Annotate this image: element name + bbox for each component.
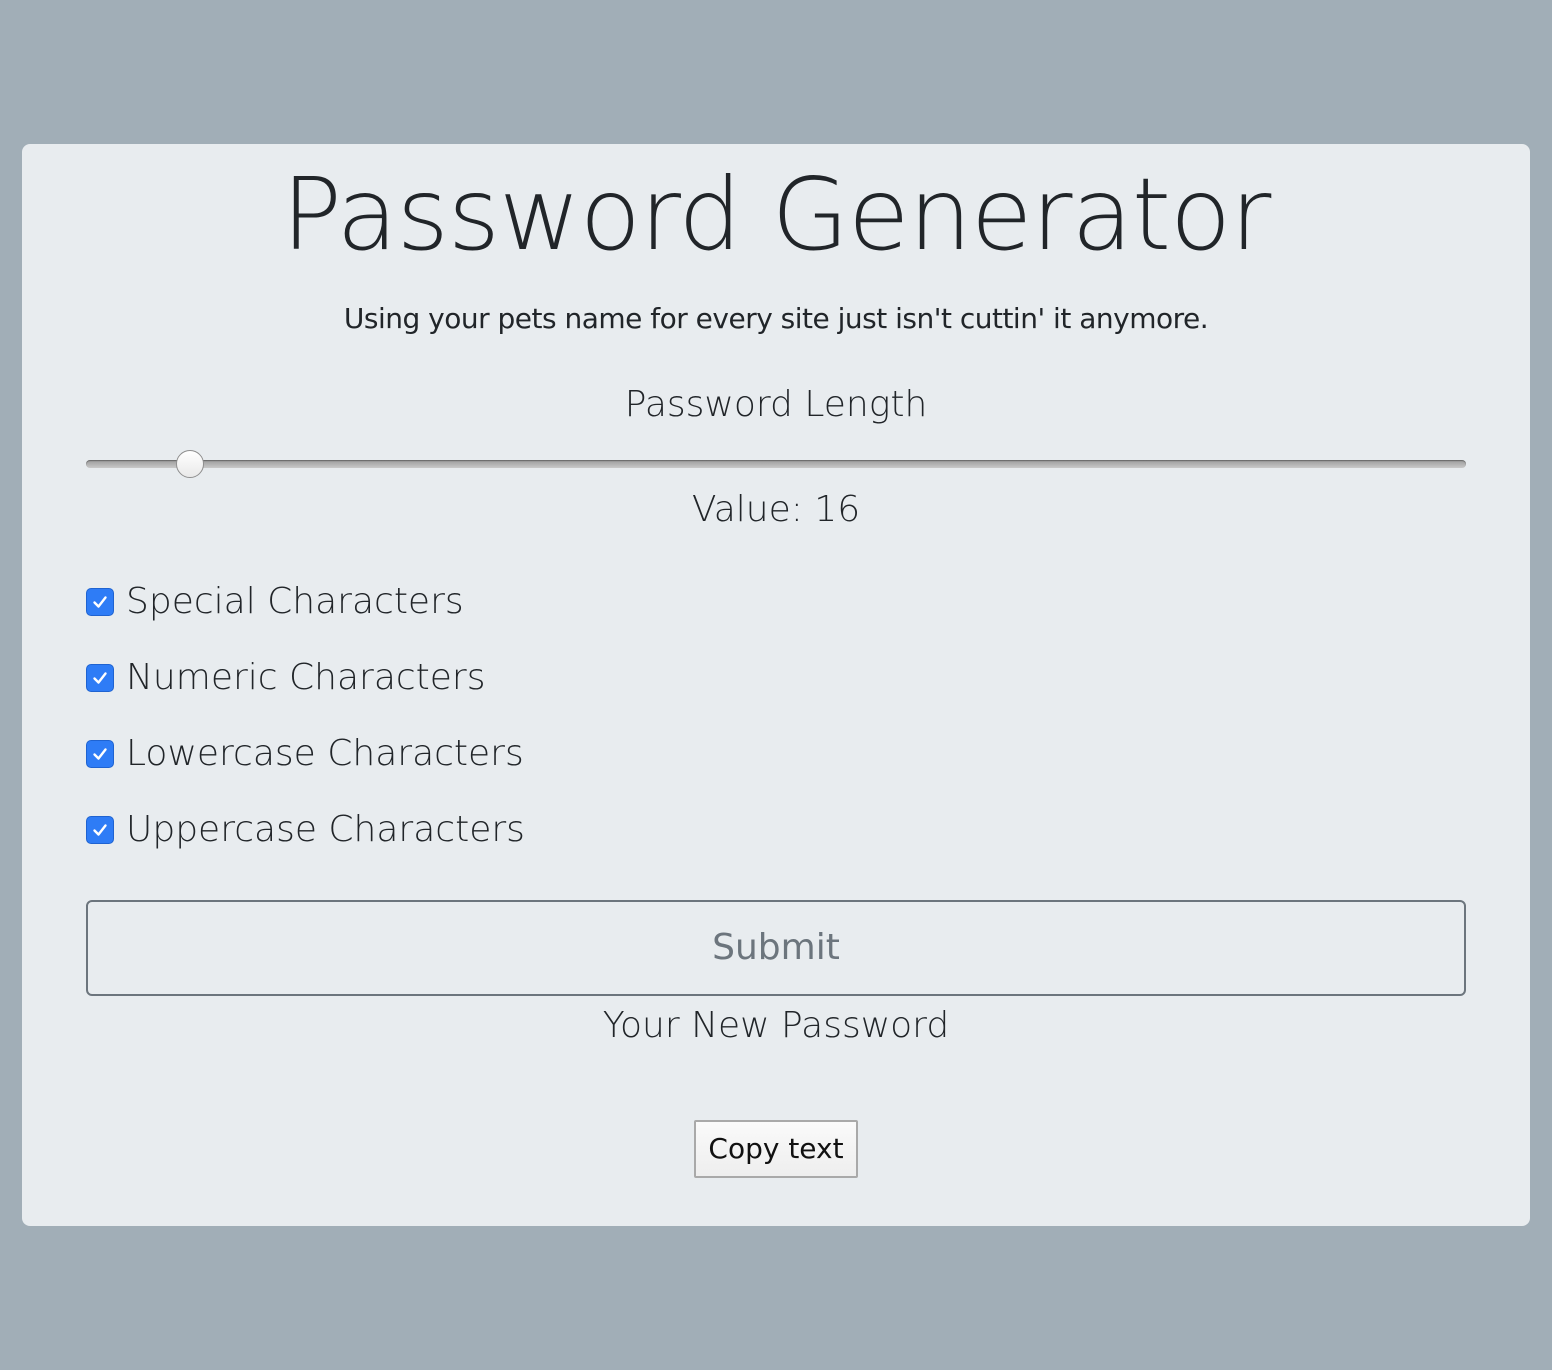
lowercase-characters-label[interactable]: Lowercase Characters [126, 731, 524, 777]
checkmark-icon [93, 596, 107, 608]
option-numeric-characters[interactable]: Numeric Characters [86, 653, 486, 703]
numeric-characters-label[interactable]: Numeric Characters [126, 655, 486, 701]
numeric-characters-checkbox[interactable] [86, 664, 114, 692]
page-subtitle: Using your pets name for every site just… [343, 302, 1209, 335]
lowercase-characters-checkbox[interactable] [86, 740, 114, 768]
checkmark-icon [93, 748, 107, 760]
slider-track[interactable] [86, 460, 1466, 468]
password-length-slider[interactable] [86, 450, 1466, 480]
special-characters-checkbox[interactable] [86, 588, 114, 616]
option-special-characters[interactable]: Special Characters [86, 577, 464, 627]
uppercase-characters-checkbox[interactable] [86, 816, 114, 844]
password-length-label: Password Length [624, 384, 928, 425]
uppercase-characters-label[interactable]: Uppercase Characters [126, 807, 525, 853]
option-uppercase-characters[interactable]: Uppercase Characters [86, 805, 525, 855]
copy-text-button[interactable]: Copy text [694, 1120, 858, 1178]
slider-thumb[interactable] [176, 450, 205, 478]
option-lowercase-characters[interactable]: Lowercase Characters [86, 729, 524, 779]
password-length-value: Value: 16 [691, 489, 861, 530]
submit-button[interactable]: Submit [86, 900, 1466, 996]
checkmark-icon [93, 672, 107, 684]
special-characters-label[interactable]: Special Characters [126, 579, 464, 625]
page-title: Password Generator [281, 156, 1272, 273]
new-password-output: Your New Password [602, 1005, 950, 1046]
checkmark-icon [93, 824, 107, 836]
